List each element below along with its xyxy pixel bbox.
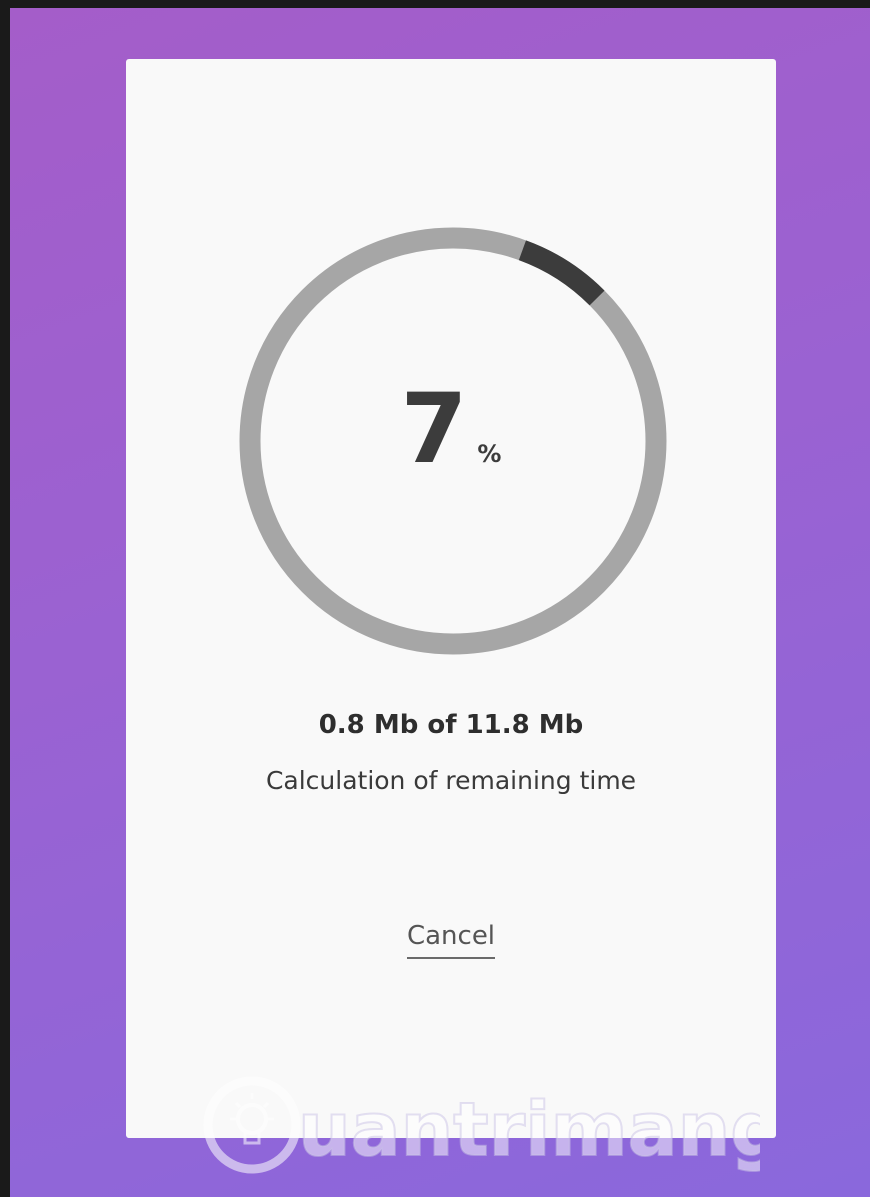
gradient-background: 7% 0.8 Mb of 11.8 Mb Calculation of rema… [10, 8, 870, 1197]
cancel-container: Cancel [126, 921, 776, 959]
transfer-size: 0.8 Mb of 11.8 Mb [318, 710, 584, 740]
progress-percent-value: 7 [400, 373, 468, 485]
remaining-time-status: Calculation of remaining time [265, 766, 637, 795]
progress-percentage: 7% [126, 381, 776, 477]
download-dialog: 7% 0.8 Mb of 11.8 Mb Calculation of rema… [126, 59, 776, 1138]
progress-percent-unit: % [477, 440, 502, 468]
window-frame: 7% 0.8 Mb of 11.8 Mb Calculation of rema… [0, 0, 870, 1197]
cancel-button[interactable]: Cancel [406, 921, 496, 959]
